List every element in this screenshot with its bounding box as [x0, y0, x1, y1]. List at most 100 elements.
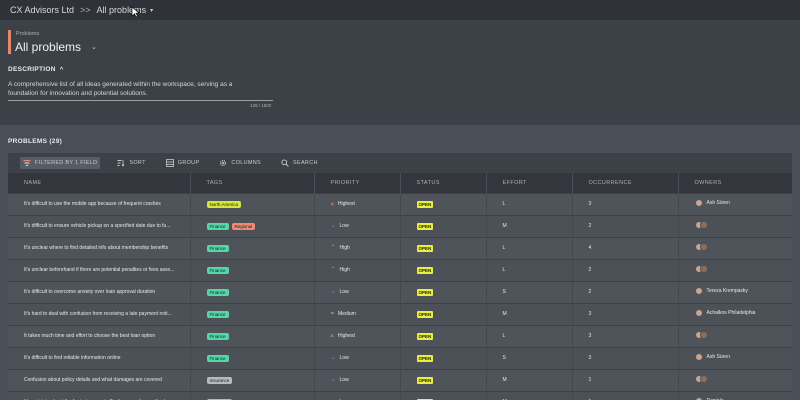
cell-occurrence[interactable]: 2 [572, 280, 679, 303]
chevron-down-icon[interactable]: ⌄ [91, 43, 97, 51]
cell-tags[interactable]: North America [190, 192, 315, 215]
owners-cell-content[interactable] [694, 375, 708, 383]
cell-priority[interactable]: ⩓ Highest [314, 324, 401, 347]
cell-occurrence[interactable]: 1 [572, 390, 679, 400]
table-row[interactable]: It's difficult to use the mobile app bec… [8, 192, 792, 215]
cell-tags[interactable]: Finance [190, 280, 315, 303]
cell-status[interactable]: OPEN [400, 214, 487, 237]
cell-tags[interactable]: Insurance [190, 390, 315, 400]
cell-effort[interactable]: M [486, 368, 573, 391]
status-badge[interactable]: OPEN [416, 354, 434, 362]
cell-occurrence[interactable]: 1 [572, 368, 679, 391]
cell-name[interactable]: It takes much time and effort to choose … [8, 324, 191, 347]
cell-tags[interactable]: Finance [190, 324, 315, 347]
column-header-status[interactable]: STATUS [400, 173, 487, 193]
cell-occurrence[interactable]: 2 [572, 214, 679, 237]
status-badge[interactable]: OPEN [416, 310, 434, 318]
status-badge[interactable]: OPEN [416, 376, 434, 384]
cell-status[interactable]: OPEN [400, 236, 487, 259]
owners-cell-content[interactable]: Ash Süren [694, 199, 730, 207]
owners-cell-content[interactable] [694, 243, 708, 251]
table-row[interactable]: It's hard to deal with confusion from re… [8, 302, 792, 325]
cell-effort[interactable]: L [486, 324, 573, 347]
column-header-effort[interactable]: EFFORT [486, 173, 573, 193]
tag-badge[interactable]: Regional [231, 222, 256, 230]
cell-name[interactable]: It's difficult to use the mobile app bec… [8, 192, 191, 215]
owners-cell-content[interactable] [694, 331, 708, 339]
cell-owners[interactable] [678, 214, 792, 237]
cell-name[interactable]: It's unclear where to find detailed info… [8, 236, 191, 259]
cell-tags[interactable]: Finance [190, 236, 315, 259]
cell-status[interactable]: OPEN [400, 302, 487, 325]
cell-priority[interactable]: ⌄Low [314, 368, 401, 391]
cell-priority[interactable]: ⌄Low [314, 390, 401, 400]
status-badge[interactable]: OPEN [416, 266, 434, 274]
cell-occurrence[interactable]: 3 [572, 302, 679, 325]
tag-badge[interactable]: Finance [206, 244, 229, 252]
column-header-owners[interactable]: OWNERS [678, 173, 792, 193]
cell-name[interactable]: It's difficult to overcome anxiety over … [8, 280, 191, 303]
status-badge[interactable]: OPEN [416, 222, 434, 230]
breadcrumb-dropdown-icon[interactable]: ▾ [150, 7, 153, 14]
cell-tags[interactable]: Finance [190, 302, 315, 325]
table-row[interactable]: It's difficult to find reliable informat… [8, 346, 792, 369]
tag-badge[interactable]: Finance [206, 332, 229, 340]
cell-occurrence[interactable]: 3 [572, 346, 679, 369]
column-header-priority[interactable]: PRIORITY [314, 173, 401, 193]
owners-cell-content[interactable]: Ash Süren [694, 353, 730, 361]
cell-owners[interactable] [678, 368, 792, 391]
cell-occurrence[interactable]: 3 [572, 324, 679, 347]
cell-name[interactable]: It's hard to deal with confusion from re… [8, 302, 191, 325]
status-badge[interactable]: OPEN [416, 200, 434, 208]
cell-effort[interactable]: S [486, 346, 573, 369]
cell-priority[interactable]: ⌄Low [314, 346, 401, 369]
cell-owners[interactable]: Ash Süren [678, 346, 792, 369]
cell-tags[interactable]: Finance Regional [190, 214, 315, 237]
cell-effort[interactable]: S [486, 280, 573, 303]
owners-cell-content[interactable] [694, 221, 708, 229]
cell-status[interactable]: OPEN [400, 258, 487, 281]
cell-owners[interactable]: Tereza Krempasky [678, 280, 792, 303]
cell-priority[interactable]: ⌄Low [314, 280, 401, 303]
table-row[interactable]: Uncertainty about the fastest or most ef… [8, 390, 792, 400]
group-button[interactable]: GROUP [163, 157, 203, 169]
cell-priority[interactable]: ⌃ High [314, 258, 401, 281]
cell-occurrence[interactable]: 4 [572, 236, 679, 259]
search-button[interactable]: SEARCH [278, 157, 321, 169]
table-row[interactable]: Confusion about policy details and what … [8, 368, 792, 391]
page-title[interactable]: All problems ⌄ [15, 40, 97, 54]
cell-priority[interactable]: = Medium [314, 302, 401, 325]
cell-status[interactable]: OPEN [400, 192, 487, 215]
status-badge[interactable]: OPEN [416, 288, 434, 296]
description-field[interactable]: A comprehensive list of all ideas genera… [8, 80, 258, 98]
chevron-up-icon[interactable]: ^ [60, 67, 64, 73]
tag-badge[interactable]: Finance [206, 222, 229, 230]
cell-status[interactable]: OPEN [400, 368, 487, 391]
table-row[interactable]: It's unclear where to find detailed info… [8, 236, 792, 259]
cell-effort[interactable]: M [486, 214, 573, 237]
cell-status[interactable]: OPEN [400, 390, 487, 400]
owners-cell-content[interactable]: Achalkos Philadelphia [694, 309, 755, 317]
column-header-occurrence[interactable]: OCCURRENCE [572, 173, 679, 193]
cell-owners[interactable] [678, 236, 792, 259]
cell-occurrence[interactable]: 3 [572, 192, 679, 215]
table-row[interactable]: It takes much time and effort to choose … [8, 324, 792, 347]
cell-priority[interactable]: ⌄Low [314, 214, 401, 237]
cell-effort[interactable]: L [486, 192, 573, 215]
status-badge[interactable]: OPEN [416, 244, 434, 252]
cell-tags[interactable]: Finance [190, 346, 315, 369]
owners-cell-content[interactable] [694, 265, 708, 273]
owners-cell-content[interactable]: Tereza Krempasky [694, 287, 748, 295]
cell-name[interactable]: Uncertainty about the fastest or most ef… [8, 390, 191, 400]
cell-occurrence[interactable]: 2 [572, 258, 679, 281]
columns-button[interactable]: COLUMNS [216, 157, 264, 169]
tag-badge[interactable]: Finance [206, 288, 229, 296]
cell-owners[interactable]: Ash Süren [678, 192, 792, 215]
cell-name[interactable]: It's difficult to ensure vehicle pickup … [8, 214, 191, 237]
cell-owners[interactable]: Daniela [678, 390, 792, 400]
cell-name[interactable]: It's unclear beforehand if there are pot… [8, 258, 191, 281]
cell-tags[interactable]: Finance [190, 258, 315, 281]
cell-owners[interactable]: Achalkos Philadelphia [678, 302, 792, 325]
cell-status[interactable]: OPEN [400, 346, 487, 369]
cell-effort[interactable]: L [486, 258, 573, 281]
